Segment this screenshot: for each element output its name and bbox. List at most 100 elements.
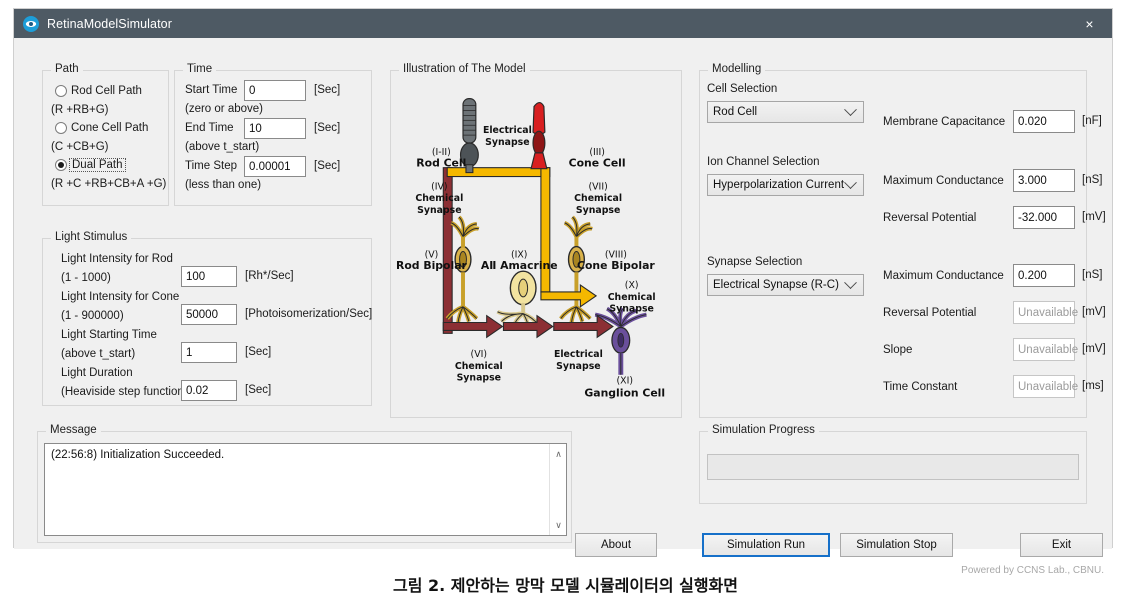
start-time-label: Start Time <box>185 84 238 96</box>
light-duration-input[interactable]: 0.02 <box>181 380 237 401</box>
end-time-label: End Time <box>185 122 234 134</box>
message-scrollbar[interactable]: ∧ ∨ <box>549 444 566 535</box>
elec-bot-l1: Electrical <box>554 349 603 360</box>
cone-bipolar-name: Cone Bipolar <box>577 259 655 272</box>
chem-vi-l2: Synapse <box>457 373 501 384</box>
modelling-title: Modelling <box>708 63 766 75</box>
syn-max-conductance-label: Maximum Conductance <box>883 270 1004 282</box>
syn-slope-label: Slope <box>883 344 913 356</box>
cone-cell-name: Cone Cell <box>569 157 626 170</box>
elec-bot-l2: Synapse <box>556 361 600 372</box>
chem-x-l1: Chemical <box>608 292 656 303</box>
chem-iv-l1: Chemical <box>415 193 463 204</box>
path-group-title: Path <box>51 63 83 75</box>
message-group-title: Message <box>46 424 101 436</box>
light-start-input[interactable]: 1 <box>181 342 237 363</box>
light-cone-label: Light Intensity for Cone <box>61 291 180 303</box>
close-icon[interactable]: × <box>1067 9 1112 38</box>
syn-time-constant-input[interactable]: Unavailable <box>1013 375 1078 398</box>
scroll-down-icon[interactable]: ∨ <box>550 517 567 533</box>
title-bar: RetinaModelSimulator × <box>14 9 1112 38</box>
end-time-unit: [Sec] <box>314 122 341 134</box>
chem-vii-roman: (VII) <box>589 181 608 192</box>
syn-time-constant-label: Time Constant <box>883 381 958 393</box>
window-title: RetinaModelSimulator <box>47 16 172 31</box>
light-cone-unit: [Photoisomerization/Sec] <box>245 308 373 320</box>
ganglion-roman: (XI) <box>617 376 633 387</box>
rod-bipolar-name: Rod Bipolar <box>396 259 467 272</box>
ion-channel-dropdown[interactable]: Hyperpolarization Current <box>707 174 864 196</box>
time-group: Time Start Time 0 [Sec] (zero or above) … <box>174 63 372 206</box>
page-root: RetinaModelSimulator × Path Rod Cell Pat… <box>0 0 1131 612</box>
path-sub-2: (R +C +RB+CB+A +G) <box>51 178 167 190</box>
light-start-label: Light Starting Time <box>61 329 157 341</box>
time-group-title: Time <box>183 63 217 75</box>
start-time-input[interactable]: 0 <box>244 80 306 101</box>
radio-label: Cone Cell Path <box>71 122 149 134</box>
membrane-capacitance-label: Membrane Capacitance <box>883 116 1006 128</box>
end-time-input[interactable]: 10 <box>244 118 306 139</box>
start-time-hint: (zero or above) <box>185 103 263 115</box>
light-cone-hint: (1 - 900000) <box>61 310 124 322</box>
elec-top-l1: Electrical <box>483 125 532 136</box>
radio-dual-path[interactable]: Dual Path <box>55 158 126 172</box>
exit-button[interactable]: Exit <box>1020 533 1103 557</box>
about-button[interactable]: About <box>575 533 657 557</box>
radio-cone-cell-path[interactable]: Cone Cell Path <box>55 122 148 134</box>
illustration-group: Illustration of The Model (I-II) Rod Cel… <box>390 63 682 418</box>
cell-selection-dropdown[interactable]: Rod Cell <box>707 101 864 123</box>
elec-top-l2: Synapse <box>485 137 529 148</box>
chevron-down-icon <box>844 102 857 116</box>
light-cone-input[interactable]: 50000 <box>181 304 237 325</box>
syn-reversal-potential-label: Reversal Potential <box>883 307 977 319</box>
aii-name: AⅡ Amacrine <box>481 259 558 272</box>
syn-slope-input[interactable]: Unavailable <box>1013 338 1078 361</box>
path-sub-1: (C +CB+G) <box>51 141 109 153</box>
time-step-label: Time Step <box>185 160 237 172</box>
synapse-selection-dropdown[interactable]: Electrical Synapse (R-C) <box>707 274 864 296</box>
cell-reversal-potential-input[interactable]: -32.000 <box>1013 206 1075 229</box>
syn-max-conductance-input[interactable]: 0.200 <box>1013 264 1075 287</box>
syn-time-constant-unit: [ms] <box>1082 380 1104 392</box>
ion-channel-label: Ion Channel Selection <box>707 156 820 168</box>
light-rod-unit: [Rh*/Sec] <box>245 270 294 282</box>
client-area: Path Rod Cell Path (R +RB+G) Cone Cell P… <box>14 38 1112 576</box>
light-rod-input[interactable]: 100 <box>181 266 237 287</box>
cell-selection-value: Rod Cell <box>713 106 758 118</box>
chem-iv-l2: Synapse <box>417 205 461 216</box>
message-text: (22:56:8) Initialization Succeeded. <box>51 449 225 461</box>
cell-max-conductance-input[interactable]: 3.000 <box>1013 169 1075 192</box>
radio-indicator <box>55 159 67 171</box>
simulation-run-button[interactable]: Simulation Run <box>702 533 830 557</box>
chevron-down-icon <box>844 275 857 289</box>
start-time-unit: [Sec] <box>314 84 341 96</box>
chem-vii-l2: Synapse <box>576 205 620 216</box>
syn-reversal-potential-input[interactable]: Unavailable <box>1013 301 1078 324</box>
simulation-stop-button[interactable]: Simulation Stop <box>840 533 953 557</box>
light-duration-unit: [Sec] <box>245 384 272 396</box>
syn-max-conductance-unit: [nS] <box>1082 269 1103 281</box>
eye-icon <box>23 15 39 32</box>
chem-vi-l1: Chemical <box>455 361 503 372</box>
rod-cell-name: Rod Cell <box>416 157 466 170</box>
radio-indicator <box>55 122 67 134</box>
cell-max-conductance-label: Maximum Conductance <box>883 175 1004 187</box>
light-start-hint: (above t_start) <box>61 348 136 360</box>
scroll-up-icon[interactable]: ∧ <box>550 446 567 462</box>
message-textarea[interactable]: (22:56:8) Initialization Succeeded. ∧ ∨ <box>44 443 567 536</box>
time-step-hint: (less than one) <box>185 179 262 191</box>
time-step-unit: [Sec] <box>314 160 341 172</box>
membrane-capacitance-unit: [nF] <box>1082 115 1102 127</box>
membrane-capacitance-input[interactable]: 0.020 <box>1013 110 1075 133</box>
time-step-input[interactable]: 0.00001 <box>244 156 306 177</box>
radio-label: Rod Cell Path <box>71 85 142 97</box>
light-rod-label: Light Intensity for Rod <box>61 253 173 265</box>
cell-selection-label: Cell Selection <box>707 83 778 95</box>
radio-rod-cell-path[interactable]: Rod Cell Path <box>55 85 142 97</box>
light-duration-hint: (Heaviside step function) <box>61 386 188 398</box>
ion-channel-value: Hyperpolarization Current <box>713 179 845 191</box>
light-rod-hint: (1 - 1000) <box>61 272 111 284</box>
syn-reversal-potential-unit: [mV] <box>1082 306 1106 318</box>
synapse-selection-value: Electrical Synapse (R-C) <box>713 279 839 291</box>
radio-indicator <box>55 85 67 97</box>
